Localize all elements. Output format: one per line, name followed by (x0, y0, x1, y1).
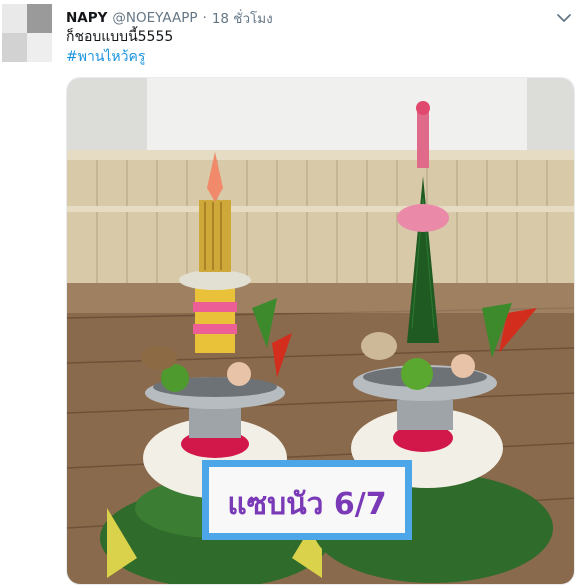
separator-dot: · (202, 10, 207, 26)
tweet-timestamp[interactable]: 18 ชั่วโมง (212, 7, 273, 29)
tweet-header: NAPY @NOEYAAPP · 18 ชั่วโมง (66, 8, 273, 28)
tweet: NAPY @NOEYAAPP · 18 ชั่วโมง ก็ชอบแบบนี้5… (0, 0, 580, 588)
author-name[interactable]: NAPY (66, 10, 107, 26)
author-handle[interactable]: @NOEYAAPP (112, 10, 197, 26)
photo-offering-trays: แซบนัว 6/7 (67, 78, 574, 584)
tweet-photo[interactable]: แซบนัว 6/7 (66, 77, 575, 585)
tweet-text: ก็ชอบแบบนี้5555 (66, 29, 174, 45)
photo-sign-text: แซบนัว 6/7 (227, 487, 386, 522)
chevron-down-icon (557, 14, 571, 22)
photo-sign: แซบนัว 6/7 (202, 460, 412, 540)
hashtag-link[interactable]: #พานไหว้ครู (66, 47, 145, 67)
more-options-button[interactable] (554, 10, 574, 26)
avatar-image (2, 4, 52, 62)
avatar[interactable] (2, 4, 52, 62)
